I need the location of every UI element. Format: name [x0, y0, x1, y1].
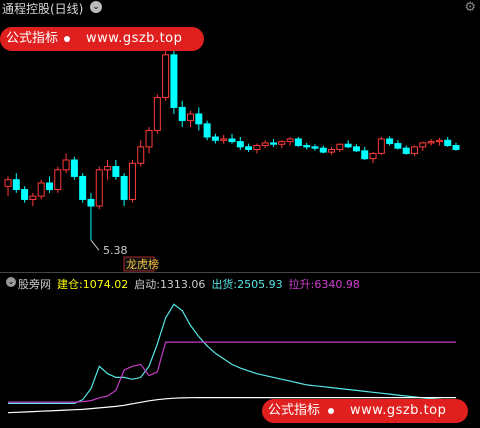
- candle-up: [137, 146, 145, 164]
- candle-up: [104, 166, 112, 171]
- candle-down: [203, 123, 211, 138]
- candle-up: [54, 169, 62, 191]
- candle-up: [411, 146, 419, 154]
- candle-up: [37, 182, 45, 197]
- candle-down: [211, 136, 219, 141]
- candle-down: [112, 166, 120, 177]
- candle-up: [62, 159, 70, 171]
- watermark-banner-bottom: 公式指标 www.gszb.top: [262, 399, 468, 423]
- candle-up: [261, 142, 269, 147]
- indicator-series-line: [8, 341, 456, 403]
- candle-up: [286, 138, 294, 143]
- candle-down: [319, 147, 327, 153]
- candle-down: [70, 159, 78, 177]
- candle-up: [278, 141, 286, 145]
- candle-down: [236, 141, 244, 148]
- candle-up: [220, 138, 228, 141]
- rank-badge: 龙虎榜: [126, 257, 159, 271]
- candle-down: [120, 175, 128, 200]
- indicator-series-line: [8, 303, 457, 405]
- candle-down: [178, 106, 186, 122]
- watermark-label: 公式指标: [268, 403, 321, 418]
- candle-down: [311, 146, 319, 149]
- candle-down: [394, 143, 402, 149]
- candle-up: [162, 54, 170, 99]
- watermark-url: www.gszb.top: [350, 403, 447, 418]
- candle-up: [435, 139, 443, 143]
- candle-up: [377, 138, 385, 154]
- candle-down: [12, 179, 20, 191]
- low-marker-line: [90, 239, 100, 251]
- candle-up: [328, 148, 336, 153]
- watermark-banner-top: 公式指标 www.gszb.top: [0, 27, 204, 51]
- candle-down: [245, 146, 253, 150]
- candle-up: [336, 143, 344, 150]
- candle-down: [361, 150, 369, 160]
- candle-down: [444, 139, 452, 147]
- candle-up: [369, 152, 377, 160]
- candle-down: [402, 147, 410, 154]
- candle-down: [352, 146, 360, 152]
- candle-down: [344, 143, 352, 148]
- candle-down: [170, 54, 178, 108]
- candle-down: [303, 145, 311, 148]
- candle-up: [145, 129, 153, 148]
- candle-down: [195, 113, 203, 125]
- candle-down: [294, 138, 302, 147]
- watermark-url: www.gszb.top: [86, 31, 183, 46]
- candle-down: [87, 198, 95, 207]
- candle-down: [452, 145, 460, 150]
- candle-down: [386, 138, 394, 145]
- candle-up: [187, 113, 195, 122]
- pane-divider[interactable]: [0, 272, 480, 273]
- candle-up: [427, 141, 435, 144]
- candle-up: [95, 169, 103, 207]
- watermark-dot: [64, 36, 70, 42]
- candle-up: [253, 145, 261, 150]
- candle-up: [128, 162, 136, 200]
- watermark-label: 公式指标: [6, 31, 59, 46]
- candle-up: [29, 195, 37, 200]
- low-price-label: 5.38: [103, 244, 128, 257]
- candle-up: [4, 179, 12, 187]
- candle-down: [269, 142, 277, 145]
- watermark-dot: [328, 408, 334, 414]
- candle-down: [45, 182, 53, 191]
- candle-up: [153, 97, 161, 131]
- candle-down: [228, 138, 236, 143]
- candle-down: [79, 175, 87, 200]
- candle-up: [419, 142, 427, 148]
- candle-down: [21, 189, 29, 200]
